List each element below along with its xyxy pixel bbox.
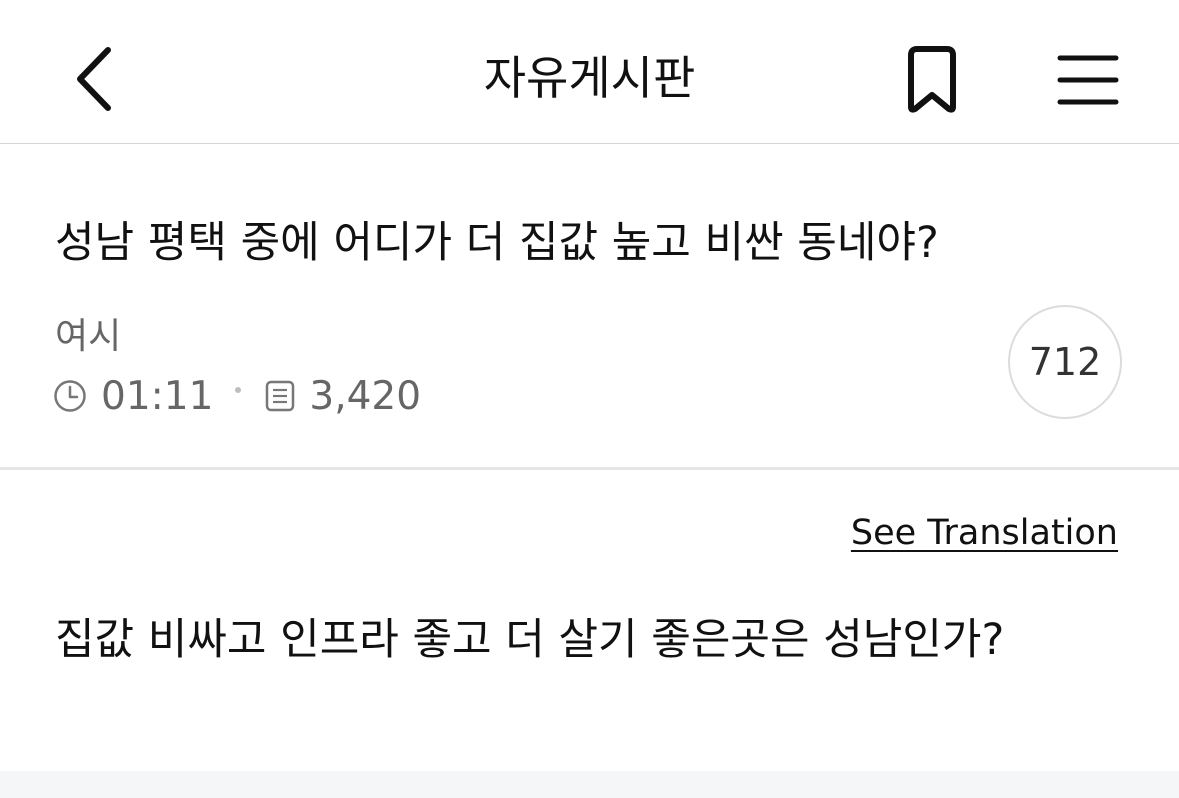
- clock-icon: [53, 379, 87, 413]
- post-meta: 01:11 3,420: [53, 371, 421, 421]
- top-nav-bar: 자유게시판: [0, 0, 1179, 144]
- post-title: 성남 평택 중에 어디가 더 집값 높고 비싼 동네야?: [55, 218, 939, 268]
- post-body: 집값 비싸고 인프라 좋고 더 살기 좋은곳은 성남인가?: [55, 615, 1005, 665]
- post-time: 01:11: [101, 373, 214, 419]
- menu-button[interactable]: [1048, 42, 1128, 118]
- hamburger-menu-icon: [1057, 55, 1119, 105]
- post-author[interactable]: 여시: [55, 315, 121, 359]
- board-title: 자유게시판: [483, 51, 696, 105]
- meta-separator: [235, 387, 242, 393]
- post-header: 성남 평택 중에 어디가 더 집값 높고 비싼 동네야? 여시 01:11 3,: [0, 145, 1179, 470]
- post-screen: 자유게시판 성남 평택 중에 어디가 더 집값 높고 비싼 동네야? 여시 01…: [0, 0, 1179, 798]
- view-count: 3,420: [309, 373, 422, 419]
- document-icon: [263, 379, 297, 413]
- see-translation-link[interactable]: See Translation: [851, 512, 1118, 554]
- bookmark-icon: [908, 46, 956, 113]
- comment-count-button[interactable]: 712: [1008, 305, 1122, 419]
- bookmark-button[interactable]: [890, 38, 974, 122]
- section-divider: [0, 771, 1179, 798]
